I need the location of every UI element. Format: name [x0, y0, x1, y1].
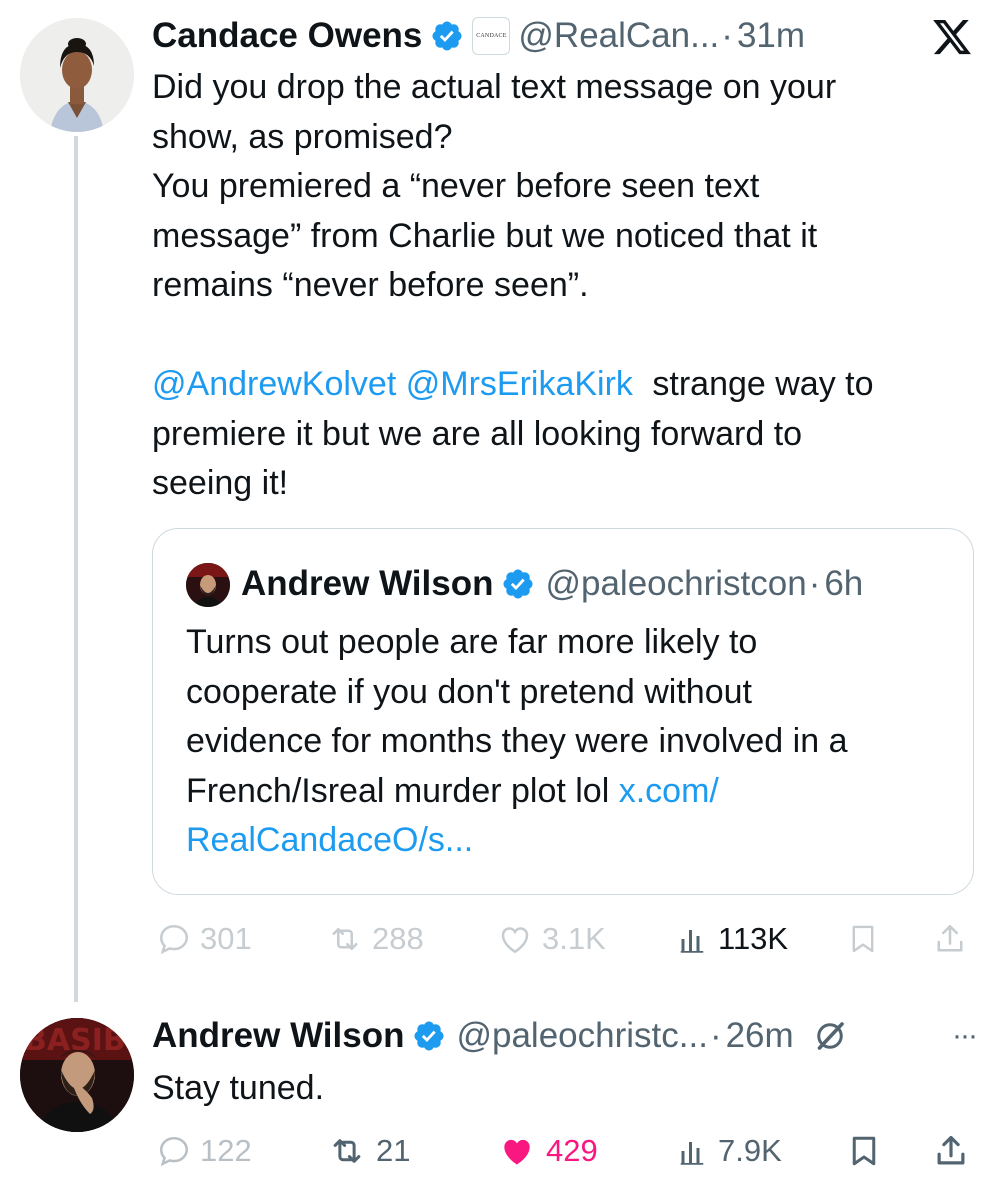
share-icon	[937, 924, 963, 952]
main-text-line: message” from Charlie but we noticed tha…	[152, 216, 818, 255]
main-bookmark-button[interactable]	[846, 921, 888, 957]
reply-action-bar: 122 21 429 7.9K	[156, 1130, 972, 1172]
quoted-time-separator: ·	[808, 564, 821, 603]
quoted-text-line: evidence for months they were involved i…	[186, 722, 848, 760]
reply-tweet-header: Andrew Wilson @paleochristc... · 26m ···	[152, 1014, 982, 1058]
reply-like-button[interactable]: 429	[496, 1132, 598, 1170]
avatar-portrait-image	[20, 18, 134, 132]
main-text-after-mentions: strange way to	[652, 365, 874, 403]
main-action-bar: 301 288 3.1K 113K	[156, 918, 972, 960]
main-text-line: seeing it!	[152, 464, 289, 502]
avatar-portrait-image: BASIB	[20, 1018, 134, 1132]
main-views-count: 113K	[718, 921, 789, 956]
reply-icon	[159, 924, 189, 955]
main-author-name[interactable]: Candace Owens	[152, 16, 422, 56]
quoted-tweet-text: Turns out people are far more likely to …	[186, 618, 956, 866]
quoted-handle[interactable]: @paleochristcon	[545, 564, 806, 604]
quoted-text-line-with-link: French/Isreal murder plot lol x.com/	[186, 767, 956, 817]
affiliate-badge-text: CANDACE	[476, 33, 507, 39]
main-views-button[interactable]: 113K	[674, 921, 788, 957]
main-text-line: You premiered a “never before seen text	[152, 167, 760, 205]
repost-icon	[332, 927, 358, 951]
reply-like-count: 429	[546, 1133, 598, 1168]
quoted-text-line: cooperate if you don't pretend without	[186, 672, 752, 711]
quoted-text-last: French/Isreal murder plot lol	[186, 771, 610, 810]
verified-badge-icon	[501, 567, 535, 601]
reply-time[interactable]: 26m	[726, 1016, 794, 1056]
bookmark-icon	[852, 1136, 876, 1166]
main-repost-count: 288	[372, 921, 424, 956]
main-text-line: remains “never before seen”.	[152, 266, 589, 304]
quoted-time[interactable]: 6h	[824, 564, 863, 604]
quoted-avatar-andrew-wilson[interactable]	[186, 563, 230, 607]
views-icon	[680, 930, 704, 953]
views-icon	[680, 1142, 704, 1165]
quoted-author-name[interactable]: Andrew Wilson	[241, 564, 493, 604]
bookmark-icon	[852, 925, 874, 953]
reply-handle[interactable]: @paleochristc...	[456, 1016, 707, 1056]
thread-connector-line	[74, 136, 78, 1002]
main-reply-button[interactable]: 301	[156, 921, 252, 957]
main-like-button[interactable]: 3.1K	[496, 921, 606, 957]
like-icon	[504, 1139, 530, 1165]
avatar-candace-owens[interactable]	[20, 18, 134, 132]
main-text-line: premiere it but we are all looking forwa…	[152, 414, 803, 453]
repost-icon	[333, 1139, 361, 1163]
main-tweet-text: Did you drop the actual text message on …	[152, 63, 982, 509]
reply-views-count: 7.9K	[718, 1133, 782, 1168]
avatar-andrew-wilson[interactable]: BASIB	[20, 1018, 134, 1132]
main-like-count: 3.1K	[542, 921, 606, 956]
mention-andrewkolvet[interactable]: @AndrewKolvet	[152, 365, 396, 403]
reply-share-button[interactable]	[932, 1132, 978, 1170]
reply-views-button[interactable]: 7.9K	[674, 1133, 782, 1169]
main-text-mentions-line: @AndrewKolvet @MrsErikaKirk strange way …	[152, 360, 982, 410]
main-text-line: Did you drop the actual text message on …	[152, 68, 837, 106]
verified-badge-icon	[412, 1019, 446, 1053]
mention-mrserikakirk[interactable]: @MrsErikaKirk	[406, 365, 633, 403]
reply-icon	[159, 1136, 189, 1167]
quoted-link-part-2[interactable]: RealCandaceO/s...	[186, 816, 956, 866]
reply-repost-count: 21	[376, 1133, 411, 1168]
main-reply-count: 301	[200, 921, 252, 956]
more-icon[interactable]: ···	[952, 1019, 978, 1053]
verified-badge-icon	[430, 19, 464, 53]
quoted-text-line: Turns out people are far more likely to	[186, 623, 758, 661]
quoted-link-part-1[interactable]: x.com/	[619, 772, 719, 810]
main-text-line: show, as promised?	[152, 117, 453, 156]
main-handle[interactable]: @RealCan...	[518, 16, 719, 56]
main-time[interactable]: 31m	[737, 16, 805, 56]
reply-time-separator: ·	[709, 1016, 722, 1055]
quoted-avatar-image	[186, 563, 230, 607]
grok-icon[interactable]	[812, 1018, 848, 1054]
main-repost-button[interactable]: 288	[326, 921, 424, 957]
reply-author-name[interactable]: Andrew Wilson	[152, 1016, 404, 1056]
x-logo-icon[interactable]	[930, 16, 974, 58]
affiliate-badge[interactable]: CANDACE	[472, 17, 511, 55]
share-icon	[937, 1135, 965, 1165]
like-icon	[501, 927, 529, 954]
main-share-button[interactable]	[932, 921, 976, 957]
reply-reply-count: 122	[200, 1133, 252, 1168]
quoted-tweet-header: Andrew Wilson @paleochristcon · 6h	[241, 562, 863, 606]
main-time-separator: ·	[721, 16, 733, 55]
main-tweet-header: Candace Owens CANDACE @RealCan... · 31m	[152, 14, 805, 58]
reply-bookmark-button[interactable]	[846, 1132, 890, 1170]
reply-reply-button[interactable]: 122	[156, 1133, 252, 1169]
reply-repost-button[interactable]: 21	[326, 1132, 410, 1170]
reply-tweet-text: Stay tuned.	[152, 1069, 325, 1107]
